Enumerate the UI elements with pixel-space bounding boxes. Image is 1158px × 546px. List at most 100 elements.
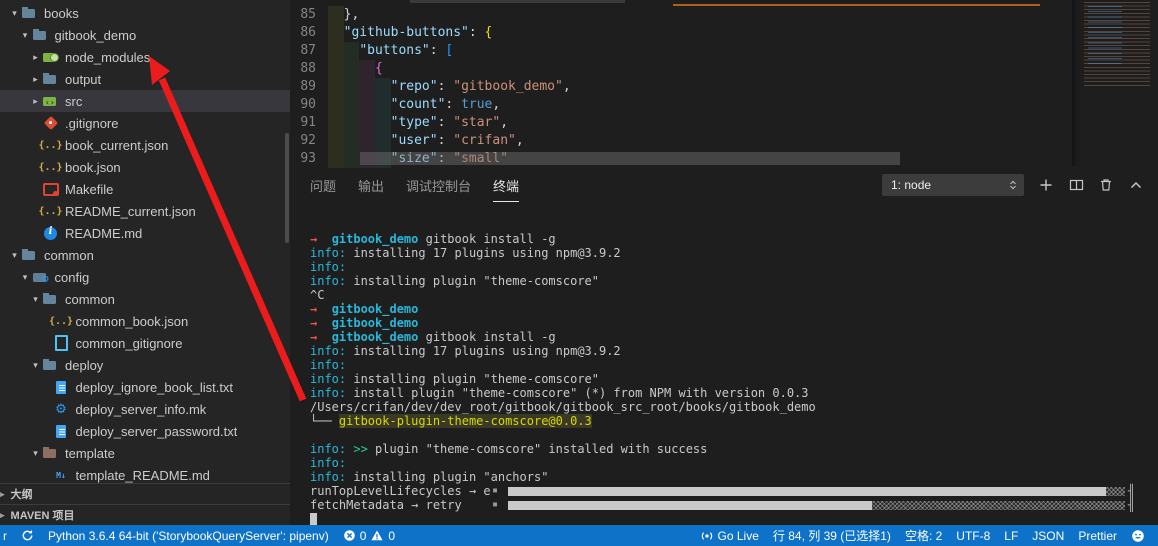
tree-item-label: Makefile (65, 181, 114, 197)
tab-output[interactable]: 输出 (358, 176, 384, 195)
tree-item-template[interactable]: ▾ template (0, 442, 290, 464)
twistie-icon: ▾ (33, 447, 38, 458)
sync-icon[interactable] (14, 525, 41, 546)
code-token: "buttons" (359, 43, 430, 58)
code-token: }, (343, 7, 360, 22)
tab-problems[interactable]: 问题 (310, 176, 336, 195)
doc-icon (53, 423, 70, 439)
tree-item-deploy[interactable]: ▾ deploy (0, 354, 290, 376)
line-col-indicator[interactable]: 行 84, 列 39 (已选择1) (766, 525, 898, 546)
terminal-text: info: (310, 358, 347, 372)
terminal-line: runTopLevelLifecycles → e ▪ ╢ (310, 484, 1158, 498)
template-folder-icon (42, 445, 59, 461)
outline-section-label: 大纲 (10, 489, 33, 501)
tree-item-README.md[interactable]: README.md (0, 222, 290, 244)
tree-item-gitbook_demo[interactable]: ▾ gitbook_demo (0, 24, 290, 46)
folder-icon (42, 291, 59, 307)
tree-item-template_README.md[interactable]: template_README.md (0, 464, 290, 483)
encoding-indicator[interactable]: UTF-8 (949, 525, 997, 546)
tree-item-output[interactable]: ▸ output (0, 68, 290, 90)
code-line: 89 "repo": "gitbook_demo", (290, 78, 1072, 96)
tree-item-common_book.json[interactable]: common_book.json (0, 310, 290, 332)
minimap[interactable] (1072, 0, 1158, 166)
tree-item-.gitignore[interactable]: .gitignore (0, 112, 290, 134)
outline-section-header[interactable]: ▸ 大纲 (0, 483, 290, 504)
twistie-icon: ▸ (33, 95, 38, 106)
python-interpreter[interactable]: Python 3.6.4 64-bit ('StorybookQueryServ… (41, 525, 336, 546)
code-editor[interactable]: 85 }, 86 "github-buttons": {87 "buttons":… (290, 0, 1158, 168)
tree-item-deploy_server_password.txt[interactable]: deploy_server_password.txt (0, 420, 290, 442)
feedback-smiley-icon[interactable] (1124, 525, 1152, 546)
error-count: 0 (359, 528, 367, 543)
language-mode[interactable]: JSON (1025, 525, 1071, 546)
tree-item-config[interactable]: ▾ config (0, 266, 290, 288)
tree-item-common_gitignore[interactable]: common_gitignore (0, 332, 290, 354)
explorer-sidebar: ▾ books ▾ gitbook_demo ▸ node_modules ▸ output ▸… (0, 0, 290, 525)
problems-summary[interactable]: 0 0 (336, 525, 402, 546)
tree-item-README_current.json[interactable]: README_current.json (0, 200, 290, 222)
code-line-content: "github-buttons": { (328, 24, 492, 42)
tree-item-book_current.json[interactable]: book_current.json (0, 134, 290, 156)
indent-guide (374, 114, 391, 132)
kill-terminal-trash-icon[interactable] (1098, 177, 1114, 193)
tree-item-common[interactable]: ▾ common (0, 244, 290, 266)
maven-section-header[interactable]: ▸ MAVEN 项目 (0, 504, 290, 525)
formatter-indicator[interactable]: Prettier (1071, 525, 1124, 546)
tab-debug-console[interactable]: 调试控制台 (406, 176, 471, 195)
tree-item-label: common (65, 291, 115, 307)
tree-item-src[interactable]: ▸ src (0, 90, 290, 112)
indentation-indicator[interactable]: 空格: 2 (898, 525, 949, 546)
line-number: 89 (300, 79, 316, 94)
tree-item-label: output (65, 71, 102, 87)
tree-item-deploy_server_info.mk[interactable]: deploy_server_info.mk (0, 398, 290, 420)
terminal-select-value: 1: node (891, 178, 932, 192)
tree-item-common[interactable]: ▾ common (0, 288, 290, 310)
terminal-text: info: (310, 372, 347, 386)
terminal-output[interactable]: → gitbook_demo gitbook install -g info: i… (290, 202, 1158, 525)
tree-item-deploy_ignore_book_list.txt[interactable]: deploy_ignore_book_list.txt (0, 376, 290, 398)
code-token: { (484, 25, 493, 40)
terminal-text: installing 17 plugins using npm@3.9.2 (346, 344, 621, 358)
indent-guide (343, 78, 360, 96)
tree-item-book.json[interactable]: book.json (0, 156, 290, 178)
tab-terminal[interactable]: 终端 (493, 176, 520, 202)
code-token: : (468, 25, 485, 40)
split-terminal-icon[interactable] (1068, 177, 1084, 193)
editor-horizontal-scrollbar[interactable] (360, 152, 900, 165)
terminal-select-dropdown[interactable]: 1: node (882, 174, 1024, 196)
eol-indicator[interactable]: LF (997, 525, 1025, 546)
indent-guide (359, 78, 375, 96)
terminal-text: gitbook_demo (331, 330, 419, 344)
code-token: "count" (390, 97, 446, 112)
json-icon (42, 159, 59, 175)
tree-item-node_modules[interactable]: ▸ node_modules (0, 46, 290, 68)
terminal-line: ^C (310, 288, 1158, 302)
tree-item-label: README.md (65, 225, 143, 241)
code-token: "type" (390, 115, 438, 130)
terminal-line: info: (310, 260, 1158, 274)
terminal-text: info: (310, 442, 347, 456)
terminal-line: info: install plugin "theme-comscore" (*… (310, 386, 1158, 400)
go-live-button[interactable]: Go Live (693, 525, 766, 546)
terminal-text: info: (310, 470, 347, 484)
twistie-icon: ▾ (12, 7, 17, 18)
twistie-icon: ▾ (33, 293, 38, 304)
terminal-line: info: (310, 456, 1158, 470)
warning-count: 0 (388, 528, 396, 543)
new-terminal-icon[interactable] (1038, 177, 1054, 193)
terminal-text: gitbook install -g (418, 330, 556, 344)
terminal-text: ^C (310, 288, 325, 302)
maximize-panel-chevron-icon[interactable] (1128, 177, 1144, 193)
code-token: , (515, 133, 524, 148)
code-line: 91 "type": "star", (290, 114, 1072, 132)
folder-icon (42, 71, 59, 87)
sidebar-scrollbar[interactable] (285, 133, 289, 243)
indent-guide (328, 114, 344, 132)
terminal-line: → gitbook_demo gitbook install -g (310, 232, 1158, 246)
terminal-text: info: (310, 260, 347, 274)
progress-bar-end: ╢ (1128, 498, 1136, 512)
branch-fragment[interactable]: r (0, 525, 14, 546)
tree-item-books[interactable]: ▾ books (0, 2, 290, 24)
terminal-line: └── gitbook-plugin-theme-comscore@0.0.3 (310, 414, 1158, 428)
tree-item-Makefile[interactable]: Makefile (0, 178, 290, 200)
